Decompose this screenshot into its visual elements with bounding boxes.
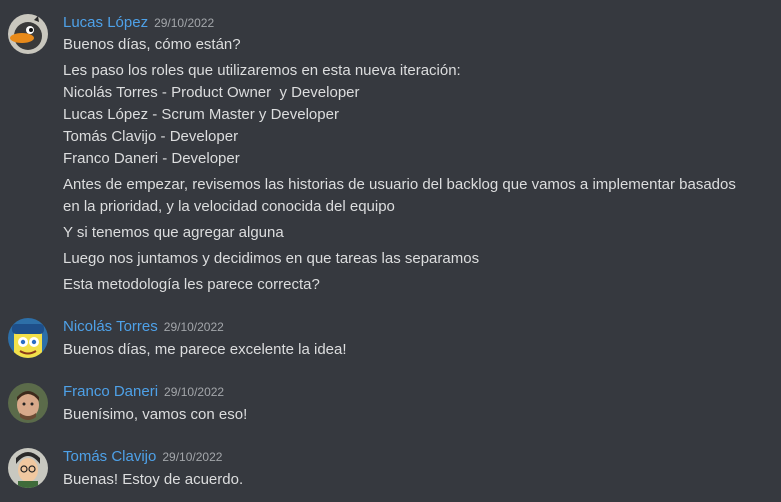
username[interactable]: Tomás Clavijo — [63, 448, 156, 465]
message-text: Nicolás Torres - Product Owner y Develop… — [63, 84, 360, 101]
message-text: Tomás Clavijo - Developer — [63, 128, 239, 145]
sponge-avatar-icon[interactable] — [8, 318, 48, 358]
message-header: Tomás Clavijo 29/10/2022 — [63, 448, 222, 468]
message-text: Y si tenemos que agregar alguna — [63, 224, 284, 241]
chat-messages: Lucas López 29/10/2022 Buenos días, cómo … — [0, 0, 781, 502]
timestamp: 29/10/2022 — [163, 320, 224, 334]
message-text: Buenos días, me parece excelente la idea… — [63, 341, 347, 358]
message-text: Antes de empezar, revisemos las historia… — [63, 176, 741, 215]
message-text: Les paso los roles que utilizaremos en e… — [63, 62, 461, 79]
message-header: Nicolás Torres 29/10/2022 — [63, 318, 224, 338]
message-header: Franco Daneri 29/10/2022 — [63, 383, 224, 403]
person-avatar-icon[interactable] — [8, 383, 48, 423]
timestamp: 29/10/2022 — [162, 450, 223, 464]
message-text: Esta metodología les parece correcta? — [63, 276, 320, 293]
message-text: Lucas López - Scrum Master y Developer — [63, 106, 339, 123]
username[interactable]: Lucas López — [63, 14, 148, 31]
duck-avatar-icon[interactable] — [8, 14, 48, 54]
message-text: Buenos días, cómo están? — [63, 36, 241, 53]
message-text: Buenas! Estoy de acuerdo. — [63, 471, 244, 488]
cartoon-avatar-icon[interactable] — [8, 448, 48, 488]
message-text: Luego nos juntamos y decidimos en que ta… — [63, 250, 480, 267]
timestamp: 29/10/2022 — [154, 16, 215, 30]
message-text: Buenísimo, vamos con eso! — [63, 406, 248, 423]
username[interactable]: Franco Daneri — [63, 383, 158, 400]
message-header: Lucas López 29/10/2022 — [63, 14, 214, 34]
timestamp: 29/10/2022 — [164, 385, 225, 399]
username[interactable]: Nicolás Torres — [63, 318, 158, 335]
message-text: Franco Daneri - Developer — [63, 150, 240, 167]
